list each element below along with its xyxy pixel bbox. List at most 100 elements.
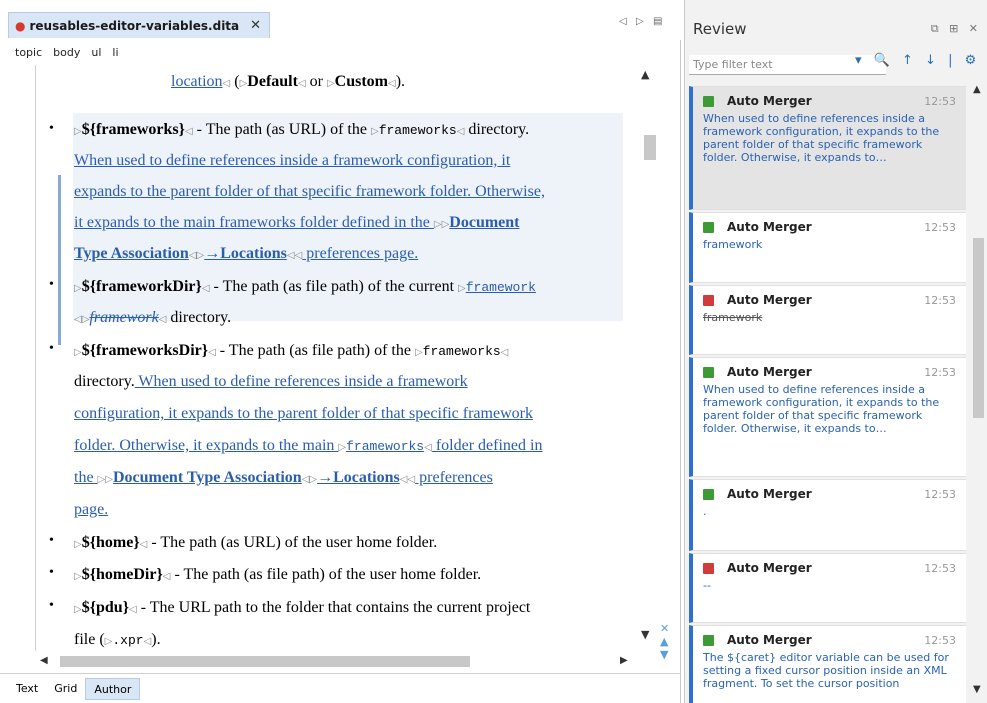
- end-tag-icon: ◁: [297, 78, 306, 89]
- filter-dropdown-icon[interactable]: ▾: [855, 53, 862, 68]
- review-panel: Review ⧉ ⊞ ✕ Type filter text ▾ 🔍 ↑ ↓ | …: [684, 0, 987, 703]
- review-author: Auto Merger: [727, 94, 812, 108]
- start-tag-icon: ▷: [370, 126, 379, 137]
- breadcrumb-body[interactable]: body: [53, 46, 80, 59]
- start-tag-icon: ▷: [74, 126, 82, 137]
- start-tag-icon: ▷: [74, 539, 82, 550]
- breadcrumb-li[interactable]: li: [112, 46, 118, 59]
- review-author: Auto Merger: [727, 487, 812, 501]
- review-item[interactable]: Auto Merger 12:53 --: [689, 553, 966, 623]
- doc-line: file (▷.xpr◁).: [74, 631, 161, 648]
- review-author: Auto Merger: [727, 220, 812, 234]
- editor-pane: ● reusables-editor-variables.dita ✕ ◁ ▷ …: [0, 0, 681, 703]
- review-text: The ${caret} editor variable can be used…: [703, 651, 949, 690]
- author-document-area[interactable]: location◁ (▷Default◁ or ▷Custom◁). • ▷${…: [35, 65, 641, 651]
- start-tag-icon: ▷: [458, 283, 466, 294]
- doc-line: ▷${home}◁ - The path (as URL) of the use…: [74, 534, 438, 551]
- float-panel-icon[interactable]: ⧉: [931, 22, 939, 35]
- review-author: Auto Merger: [727, 365, 812, 379]
- review-title: Review: [693, 20, 747, 38]
- review-time: 12:53: [924, 294, 956, 307]
- toolbar-separator: |: [948, 53, 953, 68]
- review-window-controls: ⧉ ⊞ ✕: [931, 22, 978, 36]
- bullet: •: [49, 341, 54, 356]
- modified-dot-icon: ●: [15, 18, 26, 33]
- review-time: 12:53: [924, 562, 956, 575]
- tab-list-icon[interactable]: ▤: [653, 16, 662, 27]
- insert-change-icon: [703, 96, 714, 107]
- next-change-icon[interactable]: ↓: [925, 53, 936, 68]
- xref-location[interactable]: location: [171, 73, 223, 90]
- start-tag-icon: ▷: [74, 604, 82, 615]
- start-tag-icon: ▷▷: [433, 219, 450, 230]
- previous-change-icon[interactable]: ▲: [660, 635, 678, 648]
- vertical-scroll-thumb[interactable]: [644, 135, 656, 160]
- review-item[interactable]: Auto Merger 12:53 The ${caret} editor va…: [689, 625, 966, 703]
- start-tag-icon: ▷: [74, 571, 82, 582]
- end-tag-icon: ◁▷: [74, 314, 90, 325]
- review-author: Auto Merger: [727, 293, 812, 307]
- breadcrumb-ul[interactable]: ul: [91, 46, 101, 59]
- start-tag-icon: ▷: [414, 347, 423, 358]
- review-author: Auto Merger: [727, 561, 812, 575]
- start-tag-icon: ▷: [74, 347, 82, 358]
- inserted-text-line: configuration, it expands to the parent …: [74, 405, 533, 422]
- mode-tab-author[interactable]: Author: [85, 677, 141, 700]
- bullet: •: [49, 598, 54, 613]
- start-tag-icon: ▷: [338, 442, 347, 453]
- start-tag-icon: ▷: [326, 78, 335, 89]
- review-item[interactable]: Auto Merger 12:53 framework: [689, 285, 966, 355]
- scroll-down-icon[interactable]: ▼: [973, 684, 981, 695]
- scroll-up-icon[interactable]: ▲: [973, 84, 981, 95]
- breadcrumb-topic[interactable]: topic: [15, 46, 42, 59]
- review-time: 12:53: [924, 488, 956, 501]
- scroll-down-icon[interactable]: ▼: [641, 628, 649, 641]
- end-tag-icon: ◁◁: [399, 474, 416, 485]
- scroll-left-icon[interactable]: ◀: [40, 655, 48, 666]
- scroll-tabs-right-icon[interactable]: ▷: [636, 16, 644, 27]
- review-scroll-thumb[interactable]: [973, 238, 984, 418]
- review-item[interactable]: Auto Merger 12:53 When used to define re…: [689, 86, 966, 210]
- editor-mode-tabs: Text Grid Author: [0, 673, 681, 703]
- close-tab-icon[interactable]: ✕: [250, 18, 261, 33]
- mode-tab-grid[interactable]: Grid: [46, 678, 85, 700]
- insert-change-icon: [703, 367, 714, 378]
- next-change-icon[interactable]: ▼: [660, 648, 678, 661]
- scroll-up-icon[interactable]: ▲: [641, 68, 649, 81]
- review-change-list: Auto Merger 12:53 When used to define re…: [685, 82, 970, 703]
- review-text: --: [703, 579, 711, 592]
- doc-line: ▷${pdu}◁ - The URL path to the folder th…: [74, 599, 531, 616]
- doc-line: ▷${frameworkDir}◁ - The path (as file pa…: [74, 278, 536, 295]
- review-item[interactable]: Auto Merger 12:53 framework: [689, 212, 966, 283]
- editor-tab-bar: ● reusables-editor-variables.dita ✕ ◁ ▷ …: [0, 0, 681, 40]
- pin-panel-icon[interactable]: ⊞: [949, 22, 958, 35]
- review-item[interactable]: Auto Merger 12:53 When used to define re…: [689, 357, 966, 477]
- bullet: •: [49, 277, 54, 292]
- review-text: .: [703, 505, 707, 518]
- close-panel-icon[interactable]: ✕: [969, 22, 978, 35]
- horizontal-scroll-thumb[interactable]: [60, 656, 470, 667]
- end-tag-icon: ◁: [208, 347, 216, 358]
- review-text: framework: [703, 311, 763, 324]
- scroll-tabs-left-icon[interactable]: ◁: [619, 16, 627, 27]
- mode-tab-text[interactable]: Text: [8, 678, 46, 700]
- inserted-text-line: When used to define references inside a …: [74, 152, 511, 169]
- scroll-right-icon[interactable]: ▶: [620, 655, 628, 666]
- previous-change-icon[interactable]: ↑: [902, 53, 913, 68]
- end-tag-icon: ◁: [500, 347, 509, 358]
- review-author: Auto Merger: [727, 633, 812, 647]
- doc-line: ◁▷framework◁ directory.: [74, 309, 232, 326]
- settings-gear-icon[interactable]: ⚙: [965, 53, 977, 68]
- review-time: 12:53: [924, 95, 956, 108]
- bullet: •: [49, 533, 54, 548]
- search-icon[interactable]: 🔍: [874, 53, 890, 68]
- start-tag-icon: ▷: [74, 283, 82, 294]
- doc-line: it expands to the main frameworks folder…: [74, 214, 520, 231]
- editor-tab[interactable]: ● reusables-editor-variables.dita ✕: [8, 12, 270, 38]
- end-tag-icon: ◁: [388, 78, 396, 89]
- review-time: 12:53: [924, 634, 956, 647]
- review-item[interactable]: Auto Merger 12:53 .: [689, 479, 966, 551]
- review-time: 12:53: [924, 366, 956, 379]
- insert-change-icon: [703, 489, 714, 500]
- collapse-icon[interactable]: ✕: [660, 622, 678, 635]
